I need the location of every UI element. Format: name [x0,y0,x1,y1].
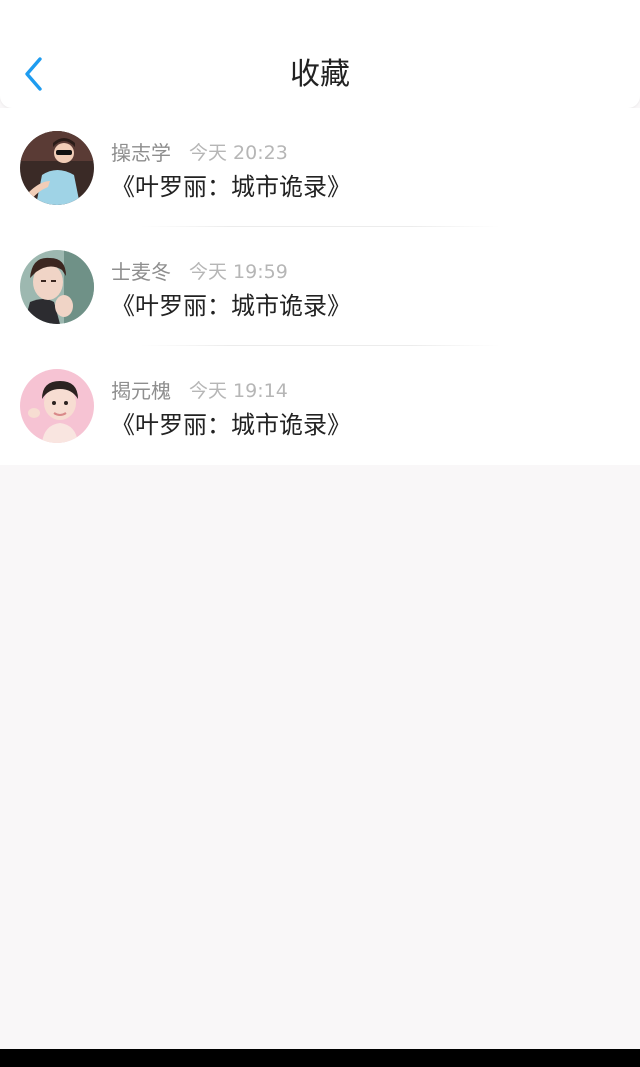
avatar[interactable] [20,250,94,324]
favorites-page: 收藏 操志学 今天 20:23 《叶罗丽：城市诡录》 士麦冬 今天 19:59 … [0,0,640,1067]
user-name: 士麦冬 [111,259,171,284]
avatar[interactable] [20,369,94,443]
favorite-title: 《叶罗丽：城市诡录》 [111,292,351,320]
favorite-title: 《叶罗丽：城市诡录》 [111,411,351,439]
avatar-man-portrait-image [20,250,94,324]
avatar[interactable] [20,131,94,205]
user-name: 揭元槐 [111,378,171,403]
avatar-boy-sunglasses-image [20,131,94,205]
item-meta: 揭元槐 今天 19:14 [111,376,288,403]
favorite-title: 《叶罗丽：城市诡录》 [111,173,351,201]
timestamp: 今天 19:59 [189,260,288,283]
avatar-baby-pink-image [20,369,94,443]
system-navigation-bar [0,1049,640,1067]
favorite-item[interactable]: 揭元槐 今天 19:14 《叶罗丽：城市诡录》 [0,346,640,465]
timestamp: 今天 20:23 [189,141,288,164]
item-meta: 操志学 今天 20:23 [111,138,288,165]
favorite-item[interactable]: 操志学 今天 20:23 《叶罗丽：城市诡录》 [0,108,640,227]
user-name: 操志学 [111,140,171,165]
timestamp: 今天 19:14 [189,379,288,402]
favorites-list: 操志学 今天 20:23 《叶罗丽：城市诡录》 士麦冬 今天 19:59 《叶罗… [0,108,640,465]
favorite-item[interactable]: 士麦冬 今天 19:59 《叶罗丽：城市诡录》 [0,227,640,346]
page-title: 收藏 [290,57,350,92]
item-meta: 士麦冬 今天 19:59 [111,257,288,284]
top-nav-bar: 收藏 [0,0,640,108]
